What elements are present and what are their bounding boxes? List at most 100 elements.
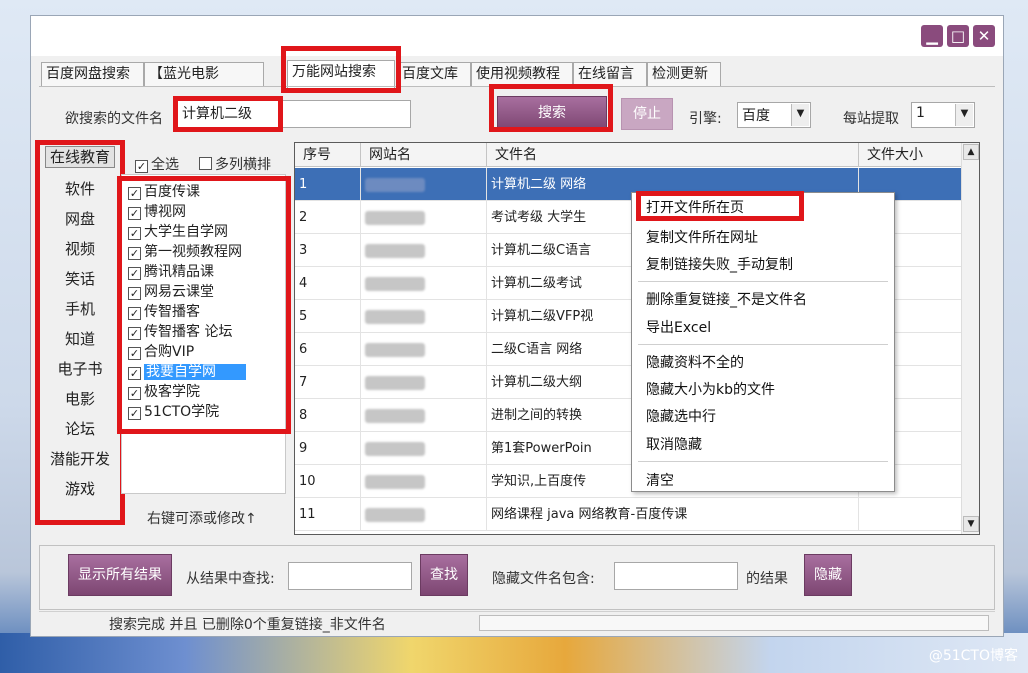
menu-separator — [638, 344, 888, 345]
engine-select[interactable]: 百度 ▼ — [737, 102, 811, 128]
per-site-value: 1 — [916, 105, 925, 121]
category-movie[interactable]: 电影 — [41, 388, 119, 409]
chevron-down-icon: ▼ — [791, 104, 809, 126]
category-games[interactable]: 游戏 — [41, 478, 119, 499]
show-all-button[interactable]: 显示所有结果 — [68, 554, 172, 596]
menu-item-hide-incomplete[interactable]: 隐藏资料不全的 — [646, 352, 744, 372]
site-item[interactable]: ✓ 传智播客 — [128, 301, 200, 321]
menu-item-open-page[interactable]: 打开文件所在页 — [646, 197, 744, 217]
blurred-text — [365, 375, 425, 390]
stop-button[interactable]: 停止 — [621, 98, 673, 130]
desktop-background — [0, 633, 1028, 673]
tab-online-message[interactable]: 在线留言 — [573, 62, 647, 86]
site-name-cell — [361, 366, 487, 399]
find-button[interactable]: 查找 — [420, 554, 468, 596]
title-bar: ▁ □ ✕ — [31, 16, 1003, 56]
site-item[interactable]: ✓ 网易云课堂 — [128, 281, 214, 301]
category-jokes[interactable]: 笑话 — [41, 268, 119, 289]
menu-item-clear[interactable]: 清空 — [646, 470, 674, 490]
category-video[interactable]: 视频 — [41, 238, 119, 259]
maximize-button[interactable]: □ — [947, 25, 969, 47]
row-number: 11 — [295, 498, 361, 531]
scroll-up-icon[interactable]: ▲ — [963, 144, 979, 160]
site-label: 合购VIP — [144, 344, 195, 360]
scroll-down-icon[interactable]: ▼ — [963, 516, 979, 532]
site-name-cell — [361, 300, 487, 333]
site-label: 我要自学网 — [144, 364, 246, 380]
tab-check-update[interactable]: 检测更新 — [647, 62, 721, 86]
row-number: 9 — [295, 432, 361, 465]
column-header[interactable]: 序号 — [295, 143, 361, 167]
category-potential[interactable]: 潜能开发 — [41, 448, 119, 469]
tab-universal-site-search[interactable]: 万能网站搜索 — [287, 60, 395, 88]
site-item[interactable]: ✓ 合购VIP — [128, 341, 194, 361]
row-number: 7 — [295, 366, 361, 399]
menu-item-remove-duplicates[interactable]: 删除重复链接_不是文件名 — [646, 289, 807, 309]
site-name-cell — [361, 168, 487, 201]
blurred-text — [365, 276, 425, 291]
find-input[interactable] — [288, 562, 412, 590]
site-label: 博视网 — [144, 204, 186, 220]
category-ebook[interactable]: 电子书 — [41, 358, 119, 379]
menu-item-hide-kb-files[interactable]: 隐藏大小为kb的文件 — [646, 379, 775, 399]
menu-item-unhide[interactable]: 取消隐藏 — [646, 434, 702, 454]
site-name-cell — [361, 399, 487, 432]
multi-column-checkbox[interactable]: 多列横排 — [199, 154, 271, 174]
app-window: ▁ □ ✕ 百度网盘搜索 【蓝光电影 万能网站搜索 百度文库 使用视频教程 在线… — [30, 15, 1004, 637]
table-scrollbar[interactable]: ▲ ▼ — [961, 143, 979, 534]
close-button[interactable]: ✕ — [973, 25, 995, 47]
site-item[interactable]: ✓ 我要自学网 — [128, 361, 246, 381]
site-item[interactable]: ✓ 51CTO学院 — [128, 401, 219, 421]
search-input[interactable]: 计算机二级 — [177, 100, 411, 128]
site-item[interactable]: ✓ 第一视频教程网 — [128, 241, 242, 261]
category-zhidao[interactable]: 知道 — [41, 328, 119, 349]
checkbox-icon: ✓ — [128, 287, 141, 300]
select-all-checkbox[interactable]: ✓ 全选 — [135, 154, 179, 174]
hide-button[interactable]: 隐藏 — [804, 554, 852, 596]
site-name-cell — [361, 234, 487, 267]
checkbox-icon: ✓ — [128, 387, 141, 400]
tab-baidu-wenku[interactable]: 百度文库 — [397, 62, 471, 86]
checkbox-icon — [199, 157, 212, 170]
site-label: 极客学院 — [144, 384, 200, 400]
site-item[interactable]: ✓ 极客学院 — [128, 381, 200, 401]
blurred-text — [365, 408, 425, 423]
filter-bar: 显示所有结果 从结果中查找: 查找 隐藏文件名包含: 的结果 隐藏 — [39, 545, 995, 610]
site-name-cell — [361, 432, 487, 465]
menu-item-copy-manual[interactable]: 复制链接失败_手动复制 — [646, 254, 793, 274]
per-site-label: 每站提取 — [843, 111, 899, 127]
site-item[interactable]: ✓ 大学生自学网 — [128, 221, 228, 241]
per-site-select[interactable]: 1 ▼ — [911, 102, 975, 128]
column-header[interactable]: 文件名 — [487, 143, 859, 167]
site-label: 百度传课 — [144, 184, 200, 200]
menu-item-copy-url[interactable]: 复制文件所在网址 — [646, 227, 758, 247]
site-item[interactable]: ✓ 百度传课 — [128, 181, 200, 201]
tab-video-tutorial[interactable]: 使用视频教程 — [471, 62, 573, 86]
site-label: 传智播客 — [144, 304, 200, 320]
menu-item-hide-selected[interactable]: 隐藏选中行 — [646, 406, 716, 426]
chevron-down-icon: ▼ — [955, 104, 973, 126]
checkbox-icon: ✓ — [128, 307, 141, 320]
menu-item-export-excel[interactable]: 导出Excel — [646, 317, 711, 337]
search-button[interactable]: 搜索 — [497, 96, 607, 130]
column-header[interactable]: 文件大小 — [859, 143, 962, 167]
site-item[interactable]: ✓ 传智播客 论坛 — [128, 321, 232, 341]
site-item[interactable]: ✓ 博视网 — [128, 201, 186, 221]
checkbox-icon: ✓ — [128, 407, 141, 420]
table-row[interactable]: 11 网络课程 java 网络教育-百度传课 — [295, 498, 962, 531]
site-label: 大学生自学网 — [144, 224, 228, 240]
site-name-cell — [361, 498, 487, 531]
category-netdisk[interactable]: 网盘 — [41, 208, 119, 229]
category-software[interactable]: 软件 — [41, 178, 119, 199]
tab-bluray-movie[interactable]: 【蓝光电影 — [144, 62, 264, 86]
column-header[interactable]: 网站名 — [361, 143, 487, 167]
site-item[interactable]: ✓ 腾讯精品课 — [128, 261, 214, 281]
category-mobile[interactable]: 手机 — [41, 298, 119, 319]
category-online-education[interactable]: 在线教育 — [45, 146, 115, 168]
tab-baidu-pan[interactable]: 百度网盘搜索 — [41, 62, 144, 86]
checkbox-icon: ✓ — [128, 327, 141, 340]
minimize-button[interactable]: ▁ — [921, 25, 943, 47]
hide-filename-input[interactable] — [614, 562, 738, 590]
category-forum[interactable]: 论坛 — [41, 418, 119, 439]
blurred-text — [365, 507, 425, 522]
